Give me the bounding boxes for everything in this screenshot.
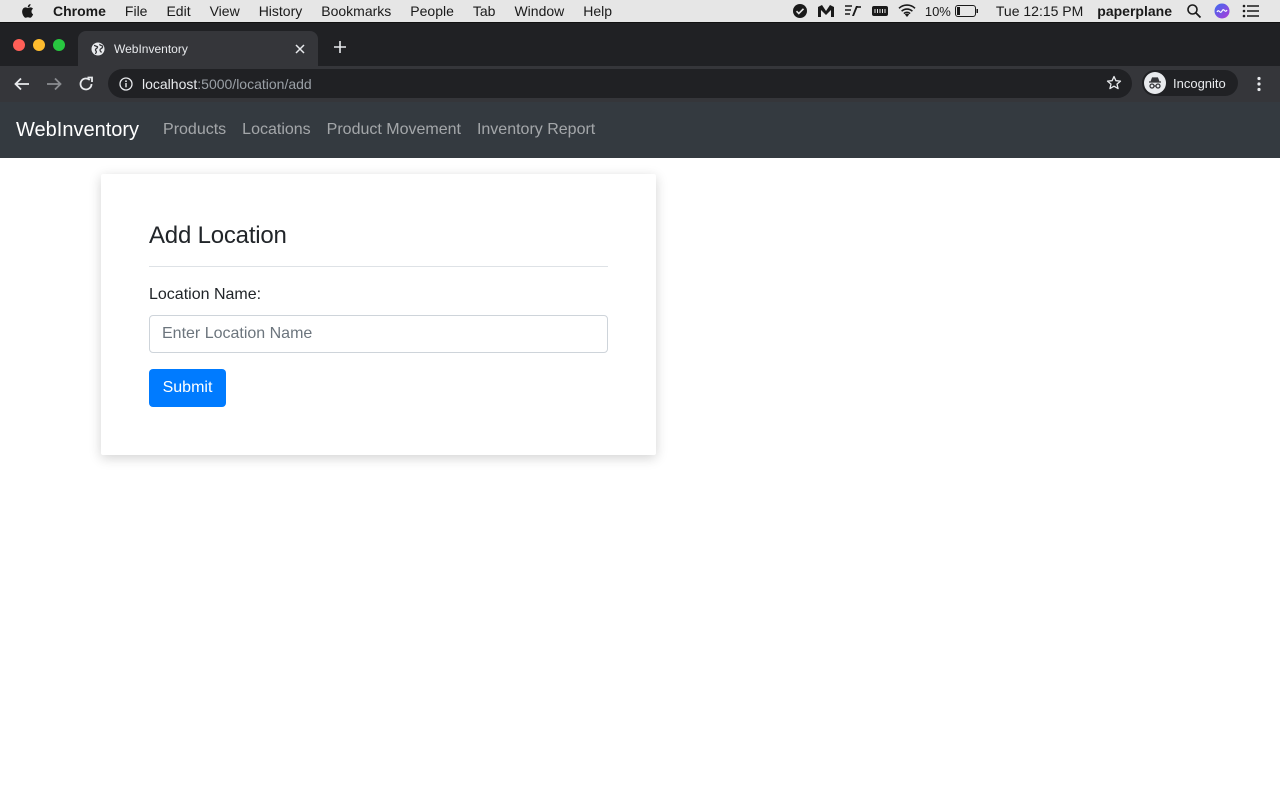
reload-icon[interactable] (76, 74, 96, 94)
forward-arrow-icon[interactable] (44, 74, 64, 94)
malwarebytes-icon[interactable] (817, 4, 835, 18)
window-close-button[interactable] (13, 39, 25, 51)
add-location-card: Add Location Location Name: Submit (101, 174, 656, 455)
status-area: 10% Tue 12:15 PM paperplane (792, 0, 1280, 22)
info-circle-icon[interactable] (119, 76, 133, 91)
submit-button[interactable]: Submit (149, 369, 226, 407)
incognito-profile-button[interactable]: Incognito (1142, 70, 1238, 96)
nav-link-inventory-report[interactable]: Inventory Report (477, 121, 595, 139)
menu-bookmarks[interactable]: Bookmarks (321, 3, 391, 19)
browser-tab-active[interactable]: WebInventory (78, 31, 318, 67)
url-path: :5000/location/add (197, 75, 312, 92)
menu-window[interactable]: Window (514, 3, 564, 19)
window-maximize-button[interactable] (53, 39, 65, 51)
window-minimize-button[interactable] (33, 39, 45, 51)
address-bar[interactable]: localhost:5000/location/add (108, 69, 1132, 98)
location-name-label: Location Name: (149, 286, 262, 303)
more-vertical-icon[interactable] (1250, 74, 1268, 94)
wifi-icon[interactable] (898, 4, 916, 18)
menu-file[interactable]: File (125, 3, 148, 19)
macos-menu-bar: Chrome File Edit View History Bookmarks … (0, 0, 1280, 22)
nav-link-locations[interactable]: Locations (242, 121, 311, 139)
menu-tab[interactable]: Tab (473, 3, 496, 19)
battery-icon[interactable] (954, 5, 979, 17)
address-url: localhost:5000/location/add (142, 76, 312, 92)
spotlight-search-icon[interactable] (1186, 3, 1202, 19)
siri-icon[interactable] (1214, 3, 1230, 19)
tab-title: WebInventory (114, 42, 188, 56)
battery-percent: 10% (924, 3, 951, 19)
incognito-label: Incognito (1173, 75, 1226, 91)
browser-toolbar: localhost:5000/location/add Incognito (0, 66, 1280, 102)
editor-icon[interactable] (844, 4, 862, 18)
checkmark-circle-icon[interactable] (792, 3, 808, 19)
menu-people[interactable]: People (410, 3, 454, 19)
browser-tab-strip: WebInventory (0, 22, 1280, 67)
new-tab-plus-icon[interactable] (330, 37, 350, 57)
user-name[interactable]: paperplane (1097, 3, 1172, 19)
menu-help[interactable]: Help (583, 3, 612, 19)
navbar-brand[interactable]: WebInventory (16, 119, 139, 142)
app-navbar: WebInventory Products Locations Product … (0, 102, 1280, 158)
location-name-input[interactable] (149, 315, 608, 353)
menu-edit[interactable]: Edit (166, 3, 190, 19)
page-title: Add Location (149, 222, 287, 249)
tab-close-icon[interactable] (292, 41, 308, 57)
menu-view[interactable]: View (210, 3, 240, 19)
clock[interactable]: Tue 12:15 PM (996, 3, 1083, 19)
keyboard-icon[interactable] (871, 4, 889, 18)
title-divider (149, 266, 608, 267)
apple-logo-icon[interactable] (20, 3, 34, 19)
incognito-icon (1144, 72, 1166, 94)
url-host: localhost (142, 75, 198, 92)
globe-icon (91, 42, 105, 56)
nav-link-products[interactable]: Products (163, 121, 226, 139)
bookmark-star-icon[interactable] (1106, 75, 1122, 91)
back-arrow-icon[interactable] (12, 74, 32, 94)
nav-link-product-movement[interactable]: Product Movement (327, 121, 461, 139)
menu-history[interactable]: History (259, 3, 303, 19)
notification-center-icon[interactable] (1242, 4, 1260, 18)
menu-app-chrome[interactable]: Chrome (53, 3, 106, 19)
